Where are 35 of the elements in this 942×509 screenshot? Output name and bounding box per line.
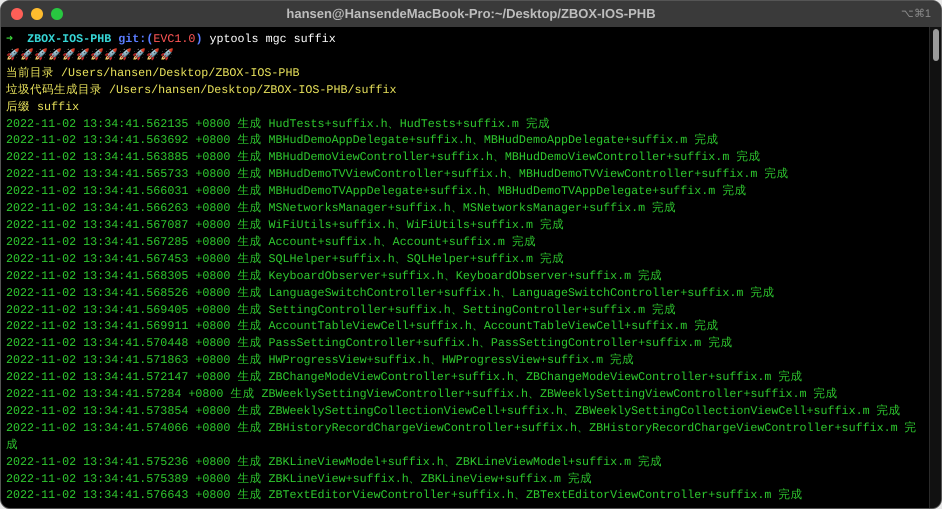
log-line: 2022-11-02 13:34:41.574066 +0800 生成 ZBHistoryRecordChargeViewController+suffix.h、ZBHistoryRecordChargeViewController+suffix.m 完	[6, 420, 918, 437]
scrollbar[interactable]	[929, 27, 941, 508]
log-line: 2022-11-02 13:34:41.576643 +0800 生成 ZBTextEditorViewController+suffix.h、ZBTextEditorViewController+suffix.m 完成	[6, 487, 804, 504]
log-line: 2022-11-02 13:34:41.565733 +0800 生成 MBHudDemoTVViewController+suffix.h、MBHudDemoTVViewController+suffix.m 完成	[6, 166, 790, 184]
log-line: 2022-11-02 13:34:41.567285 +0800 生成 Account+suffix.h、Account+suffix.m 完成	[6, 234, 537, 251]
log-line: 2022-11-02 13:34:41.575389 +0800 生成 ZBKLineView+suffix.h、ZBKLineView+suffix.m 完成	[6, 470, 594, 488]
window-title: hansen@HansendeMacBook-Pro:~/Desktop/ZBOX-IOS-PHB	[286, 5, 656, 24]
log-line: 成	[6, 436, 19, 454]
log-line: 2022-11-02 13:34:41.570448 +0800 生成 PassSettingController+suffix.h、PassSettingController+suffix.m 完成	[6, 335, 734, 352]
log-line: 2022-11-02 13:34:41.566263 +0800 生成 MSNetworksManager+suffix.h、MSNetworksManager+suffix.m 完成	[6, 200, 678, 217]
log-line: 2022-11-02 13:34:41.575236 +0800 生成 ZBKLineViewModel+suffix.h、ZBKLineViewModel+suffix.m 完成	[6, 454, 664, 471]
log-line: 2022-11-02 13:34:41.572147 +0800 生成 ZBChangeModeViewController+suffix.h、ZBChangeModeViewController+suffix.m 完成	[6, 369, 804, 386]
info-line: 垃圾代码生成目录 /Users/hansen/Desktop/ZBOX-IOS-PHB/suffix	[6, 82, 398, 99]
log-line: 2022-11-02 13:34:41.563692 +0800 生成 MBHudDemoAppDelegate+suffix.h、MBHudDemoAppDelegate+suffix.m 完成	[6, 132, 720, 150]
log-line: 2022-11-02 13:34:41.573854 +0800 生成 ZBWeeklySettingCollectionViewCell+suffix.h、ZBWeeklySettingCollectionViewCell+suffix.m 完成	[6, 402, 902, 420]
log-line: 2022-11-02 13:34:41.566031 +0800 生成 MBHudDemoTVAppDelegate+suffix.h、MBHudDemoTVAppDelegate+suffix.m 完成	[6, 183, 748, 200]
log-line: 2022-11-02 13:34:41.563885 +0800 生成 MBHudDemoViewController+suffix.h、MBHudDemoViewController+suffix.m 完成	[6, 149, 762, 166]
minimize-button[interactable]	[31, 8, 43, 20]
log-line: 2022-11-02 13:34:41.567453 +0800 生成 SQLHelper+suffix.h、SQLHelper+suffix.m 完成	[6, 250, 565, 268]
scrollbar-thumb[interactable]	[932, 29, 938, 61]
log-line: 2022-11-02 13:34:41.568526 +0800 生成 LanguageSwitchController+suffix.h、LanguageSwitchController+suffix.m 完成	[6, 284, 776, 302]
prompt-line: ➜ ZBOX-IOS-PHB git:(EVC1.0) yptools mgc suffix	[6, 31, 337, 48]
close-button[interactable]	[11, 8, 23, 20]
log-line: 2022-11-02 13:34:41.569405 +0800 生成 SettingController+suffix.h、SettingController+suffix.m 完成	[6, 302, 678, 318]
info-line: 当前目录 /Users/hansen/Desktop/ZBOX-IOS-PHB	[6, 64, 300, 82]
info-line: 后缀 suffix	[6, 98, 80, 116]
log-line: 2022-11-02 13:34:41.568305 +0800 生成 KeyboardObserver+suffix.h、KeyboardObserver+suffix.m 完成	[6, 268, 664, 285]
log-line: 2022-11-02 13:34:41.569911 +0800 生成 AccountTableViewCell+suffix.h、AccountTableViewCell+suffix.m 完成	[6, 318, 720, 336]
rocket-line: 🚀🚀🚀🚀🚀🚀🚀🚀🚀🚀🚀🚀	[6, 48, 175, 64]
shortcut-label: ⌥⌘1	[900, 6, 931, 22]
log-line: 2022-11-02 13:34:41.571863 +0800 生成 HWProgressView+suffix.h、HWProgressView+suffix.m 完成	[6, 352, 636, 370]
log-line: 2022-11-02 13:34:41.567087 +0800 生成 WiFiUtils+suffix.h、WiFiUtils+suffix.m 完成	[6, 216, 565, 234]
log-line: 2022-11-02 13:34:41.57284 +0800 生成 ZBWeeklySettingViewController+suffix.h、ZBWeeklySettingViewController+suffix.m 完成	[6, 386, 839, 403]
log-line: 2022-11-02 13:34:41.562135 +0800 生成 HudTests+suffix.h、HudTests+suffix.m 完成	[6, 116, 551, 132]
maximize-button[interactable]	[51, 8, 63, 20]
